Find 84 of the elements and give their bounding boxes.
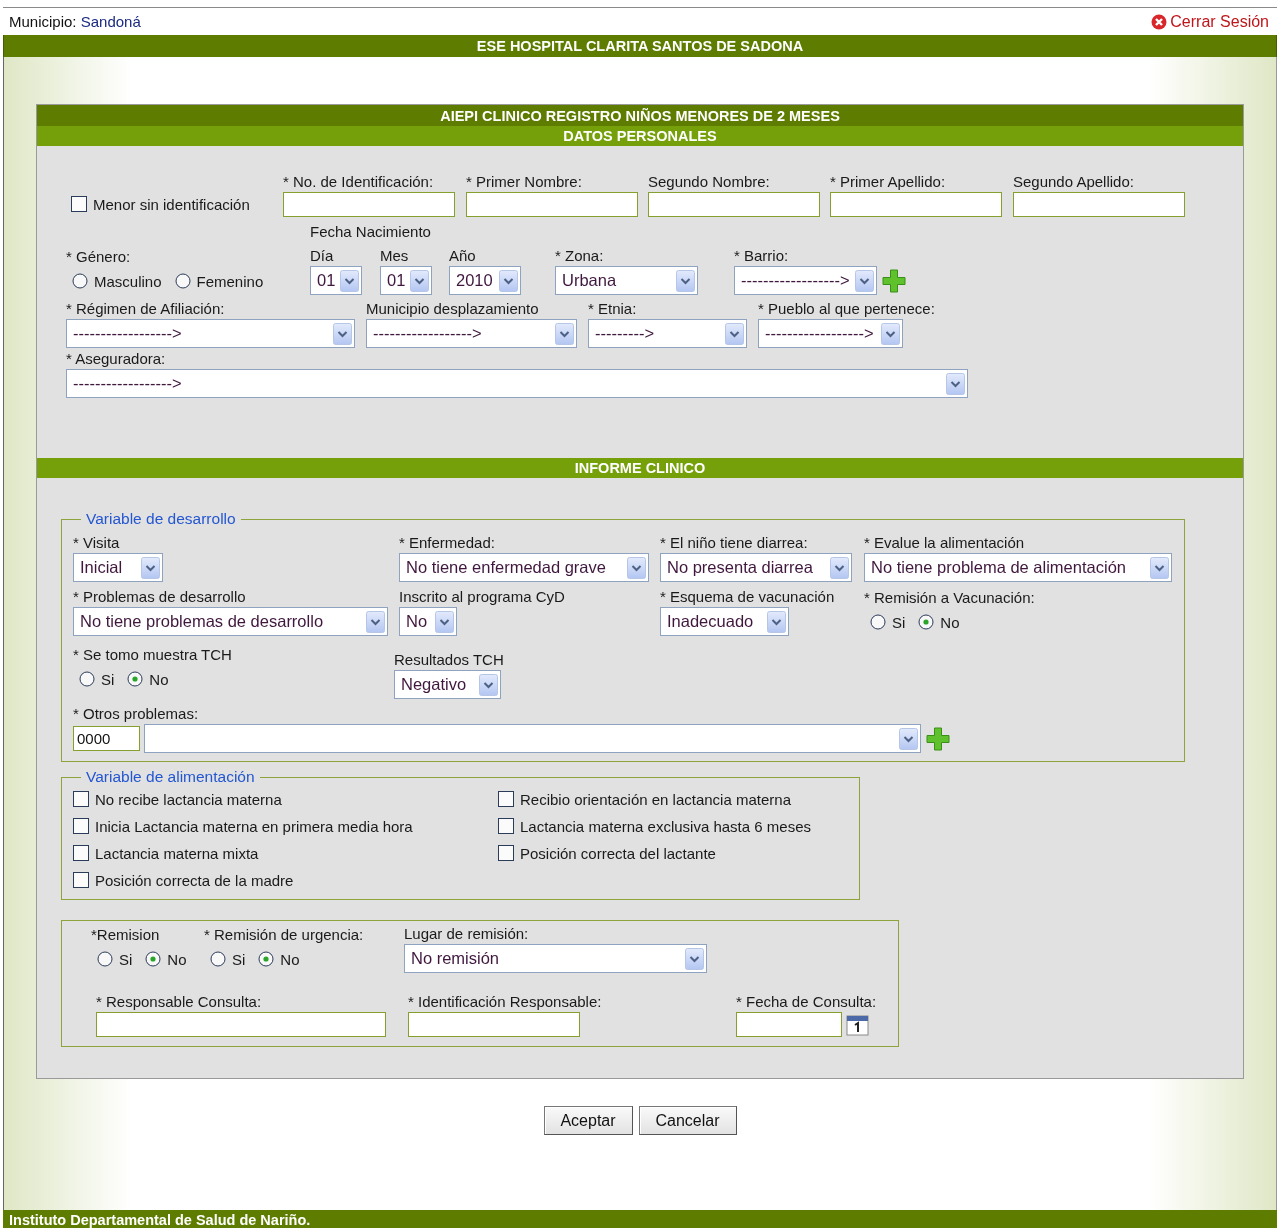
field-label: * El niño tiene diarrea: — [660, 534, 808, 552]
hospital-title-bar: ESE HOSPITAL CLARITA SANTOS DE SADONA — [3, 35, 1277, 57]
field-label: * Primer Nombre: — [466, 173, 582, 191]
field-label: * Identificación Responsable: — [408, 993, 602, 1011]
input-field[interactable]: 0000 — [73, 726, 140, 751]
field-label: * Fecha de Consulta: — [736, 993, 877, 1011]
field-label: Resultados TCH — [394, 651, 504, 669]
field-label: * Barrio: — [734, 247, 789, 265]
footer-bar: Instituto Departamental de Salud de Nariño. — [3, 1210, 1277, 1228]
field-label: * Género: — [66, 248, 131, 266]
checkbox-label: Recibio orientación en lactancia materna — [520, 790, 791, 808]
form-title-bar: AIEPI CLINICO REGISTRO NIÑOS MENORES DE 2 MESES — [37, 105, 1243, 126]
municipality-label: Municipio: — [9, 13, 77, 30]
option-label: Si — [892, 613, 906, 631]
field-label: * Esquema de vacunación — [660, 588, 835, 606]
dropdown[interactable]: 01 — [380, 266, 432, 295]
option-label: Si — [232, 950, 246, 968]
checkbox-label: Posición correcta del lactante — [520, 844, 716, 862]
field-label: Segundo Nombre: — [648, 173, 770, 191]
option-label: No — [149, 670, 169, 688]
dropdown[interactable]: ------------------> — [758, 319, 903, 348]
checkbox-label: No recibe lactancia materna — [95, 790, 282, 808]
accept-button[interactable]: Aceptar — [543, 1106, 633, 1135]
field-label: * Régimen de Afiliación: — [66, 300, 225, 318]
dropdown[interactable]: ------------------> — [366, 319, 577, 348]
field-label: * Responsable Consulta: — [96, 993, 262, 1011]
field-label: * Se tomo muestra TCH — [73, 646, 232, 664]
dropdown[interactable]: 01 — [310, 266, 362, 295]
option-label: No — [280, 950, 300, 968]
field-label: * Problemas de desarrollo — [73, 588, 246, 606]
checkbox-label: Lactancia materna mixta — [95, 844, 259, 862]
option-label: Femenino — [196, 272, 264, 290]
option-label: Masculino — [94, 272, 162, 290]
field-label: * Otros problemas: — [73, 705, 199, 723]
dropdown[interactable]: No remisión — [404, 944, 707, 973]
field-label: Día — [310, 247, 334, 265]
dropdown[interactable]: Inicial — [73, 553, 163, 582]
field-label: Año — [449, 247, 476, 265]
dropdown[interactable]: Negativo — [394, 670, 501, 699]
option-label: Si — [119, 950, 133, 968]
field-label: Inscrito al programa CyD — [399, 588, 565, 606]
checkbox-label: Lactancia materna exclusiva hasta 6 meses — [520, 817, 811, 835]
cancel-button[interactable]: Cancelar — [638, 1106, 737, 1135]
checkbox-label: Menor sin identificación — [93, 195, 250, 213]
dropdown[interactable]: ---------> — [588, 319, 747, 348]
field-label: Mes — [380, 247, 409, 265]
dropdown[interactable]: No presenta diarrea — [660, 553, 852, 582]
field-label: Segundo Apellido: — [1013, 173, 1134, 191]
field-label: *Remision — [91, 926, 160, 944]
dropdown[interactable]: No tiene enfermedad grave — [399, 553, 649, 582]
field-label: * Aseguradora: — [66, 350, 166, 368]
field-label: * Etnia: — [588, 300, 637, 318]
dropdown[interactable]: ------------------> — [66, 369, 968, 398]
dropdown[interactable]: Urbana — [555, 266, 698, 295]
dropdown[interactable]: Inadecuado — [660, 607, 789, 636]
municipality-value: Sandoná — [80, 13, 141, 30]
field-label: * No. de Identificación: — [283, 173, 434, 191]
checkbox-label: Inicia Lactancia materna en primera media hora — [95, 817, 413, 835]
section-header: DATOS PERSONALES — [37, 126, 1243, 146]
field-label: * Primer Apellido: — [830, 173, 946, 191]
field-label: Fecha Nacimiento — [310, 223, 431, 241]
dropdown[interactable]: 2010 — [449, 266, 521, 295]
field-label: * Pueblo al que pertenece: — [758, 300, 935, 318]
dropdown[interactable]: No tiene problemas de desarrollo — [73, 607, 388, 636]
group-legend: Variable de alimentación — [81, 768, 260, 786]
field-label: * Zona: — [555, 247, 604, 265]
logout-link[interactable]: Cerrar Sesión — [1151, 12, 1269, 31]
dropdown[interactable]: No tiene problema de alimentación — [864, 553, 1172, 582]
field-label: * Remisión a Vacunación: — [864, 589, 1035, 607]
option-label: Si — [101, 670, 115, 688]
field-label: * Evalue la alimentación — [864, 534, 1025, 552]
field-label: * Visita — [73, 534, 120, 552]
dropdown[interactable]: ------------------> — [66, 319, 355, 348]
field-label: Municipio desplazamiento — [366, 300, 539, 318]
group-legend: Variable de desarrollo — [81, 510, 241, 528]
option-label: No — [167, 950, 187, 968]
section-header: INFORME CLINICO — [37, 458, 1243, 478]
field-label: Lugar de remisión: — [404, 925, 529, 943]
dropdown[interactable]: ------------------> — [734, 266, 877, 295]
checkbox-label: Posición correcta de la madre — [95, 871, 294, 889]
option-label: No — [940, 613, 960, 631]
dropdown[interactable]: No — [399, 607, 457, 636]
field-label: * Enfermedad: — [399, 534, 495, 552]
field-label: * Remisión de urgencia: — [204, 926, 364, 944]
